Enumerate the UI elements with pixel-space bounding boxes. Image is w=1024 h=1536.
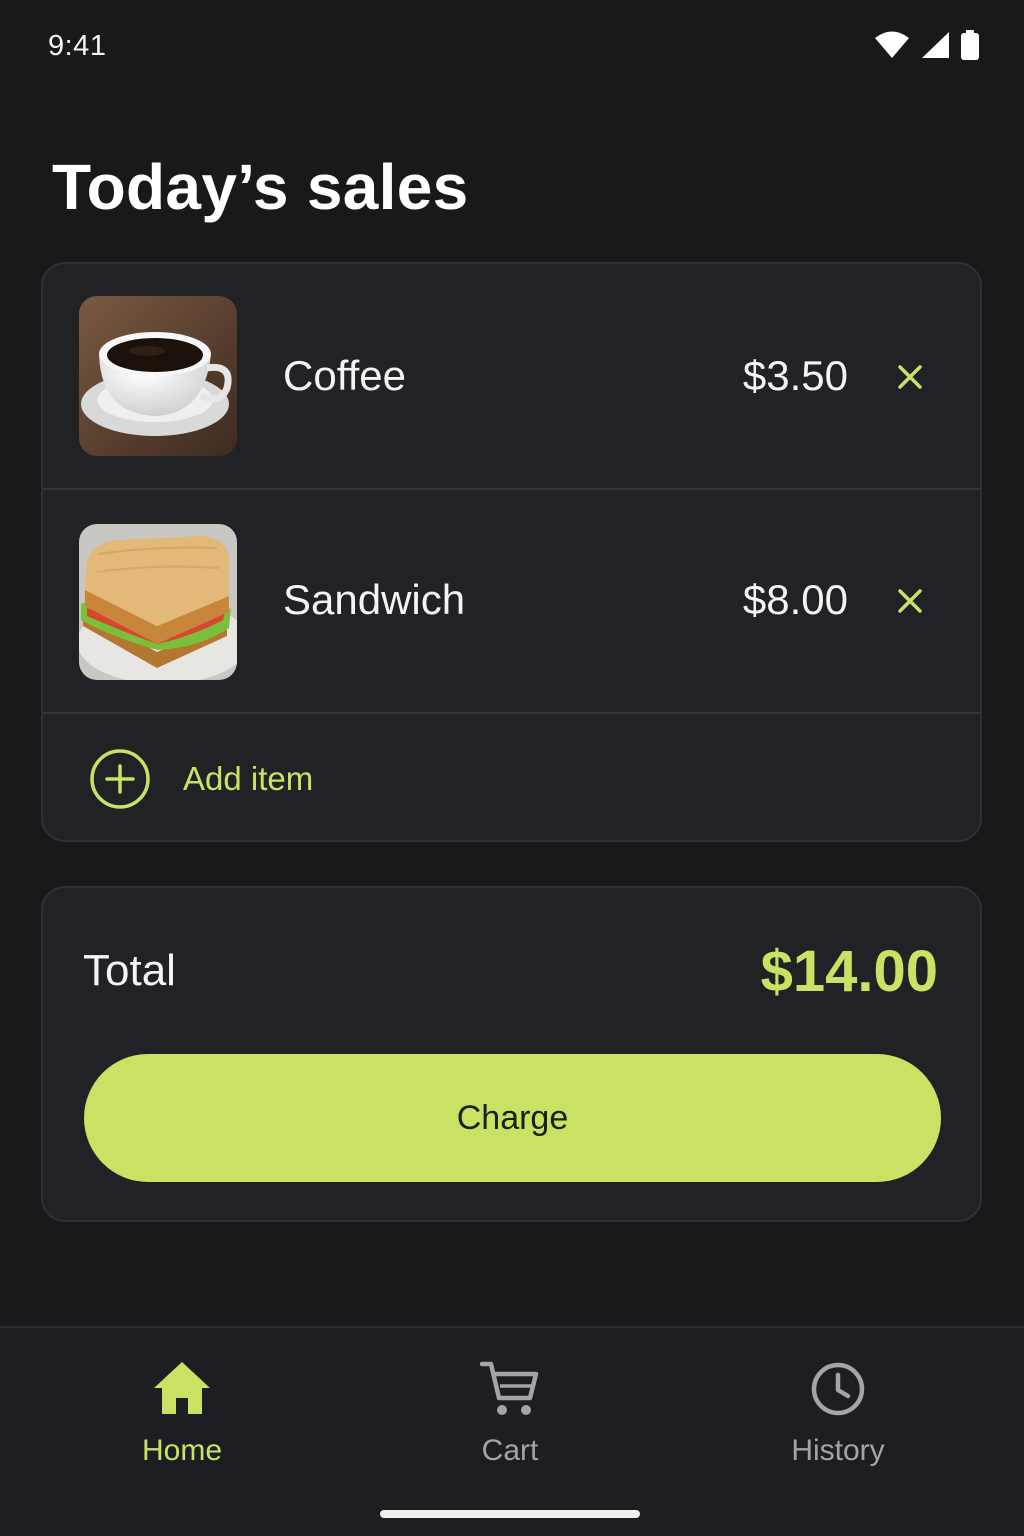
item-price: $8.00: [742, 576, 848, 623]
sales-items-card: Coffee $3.50 Sandwich $8.00 Add item: [41, 262, 982, 842]
total-card: Total $14.00 Charge: [41, 886, 982, 1222]
battery-icon: [960, 30, 980, 60]
list-item[interactable]: Coffee $3.50: [43, 264, 980, 490]
remove-item-button[interactable]: [894, 585, 926, 617]
status-time: 9:41: [48, 30, 107, 62]
remove-item-button[interactable]: [894, 361, 926, 393]
app-screen: 9:41 Today’s sales Coffee $3.50 Sandwich…: [0, 0, 1024, 1536]
nav-item-history[interactable]: History: [738, 1328, 938, 1498]
clock-icon: [811, 1362, 865, 1416]
nav-item-cart[interactable]: Cart: [410, 1328, 610, 1498]
total-label: Total: [83, 946, 176, 995]
nav-label-history: History: [791, 1434, 885, 1467]
add-item-button[interactable]: Add item: [43, 714, 980, 840]
cart-icon: [480, 1361, 539, 1415]
list-item[interactable]: Sandwich $8.00: [43, 490, 980, 714]
item-name: Sandwich: [283, 576, 466, 623]
coffee-cup-image: [79, 296, 237, 456]
page-title: Today’s sales: [52, 151, 469, 223]
add-item-label: Add item: [183, 760, 314, 797]
nav-label-home: Home: [141, 1434, 223, 1467]
status-icons: [874, 30, 980, 60]
status-bar: 9:41: [0, 0, 1024, 94]
close-icon: [898, 589, 922, 613]
home-indicator[interactable]: [380, 1510, 640, 1518]
plus-circle-icon: [90, 749, 150, 809]
sandwich-image: [79, 524, 237, 680]
close-icon: [898, 365, 922, 389]
cellular-signal-icon: [920, 31, 950, 59]
wifi-icon: [874, 31, 910, 59]
item-price: $3.50: [742, 352, 848, 399]
total-value: $14.00: [760, 939, 938, 1004]
item-name: Coffee: [283, 352, 406, 399]
bottom-nav: Home Cart History: [0, 1326, 1024, 1536]
home-icon: [154, 1362, 210, 1414]
nav-item-home[interactable]: Home: [82, 1328, 282, 1498]
charge-button[interactable]: Charge: [84, 1054, 941, 1182]
nav-label-cart: Cart: [481, 1434, 539, 1467]
